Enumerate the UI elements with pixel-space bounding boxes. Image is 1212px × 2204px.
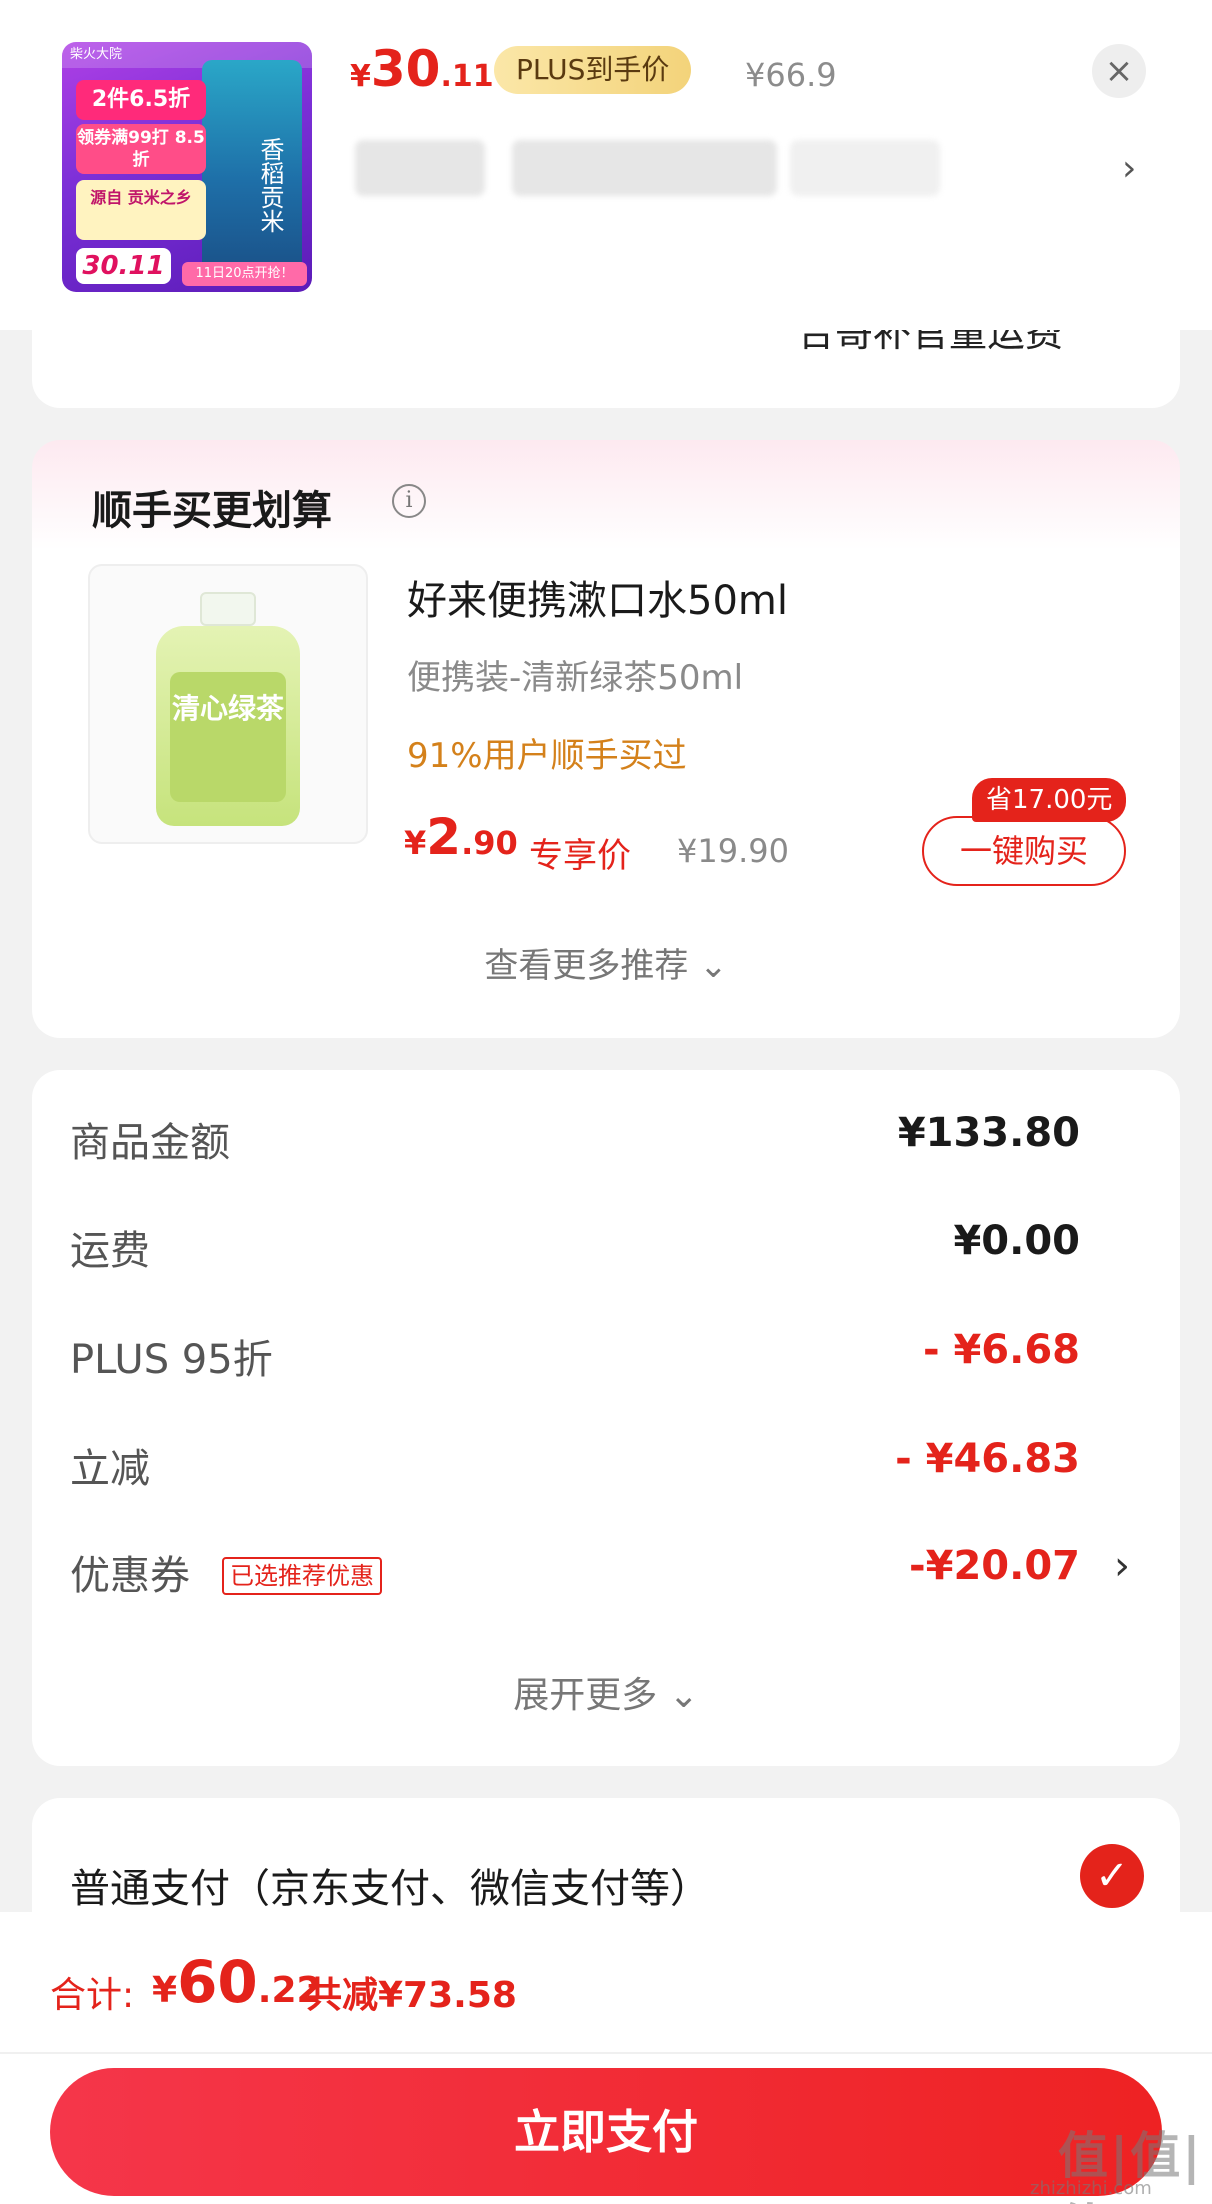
chevron-right-icon[interactable]: › <box>1122 148 1136 189</box>
product-bought-rate: 91%用户顺手买过 <box>407 736 687 776</box>
recommend-title: 顺手买更划算 <box>92 488 332 534</box>
mouthwash-bottle-image: 清心绿茶 <box>148 592 308 828</box>
product-thumbnail[interactable]: 柴火大院 香稻贡米 2件6.5折 领券满99打 8.5折 源自 贡米之乡 30.… <box>62 42 312 292</box>
info-icon[interactable]: i <box>392 484 426 518</box>
product-price-dec: .90 <box>461 824 518 862</box>
plus-discount-label: PLUS 95折 <box>70 1337 273 1383</box>
goods-amount-value: ¥133.80 <box>897 1110 1080 1156</box>
shipping-label: 运费 <box>70 1228 150 1274</box>
checkmark-icon[interactable]: ✓ <box>1080 1844 1144 1908</box>
payment-method-card[interactable]: 普通支付（京东支付、微信支付等） ✓ <box>32 1798 1180 1918</box>
total-price-int: 60 <box>177 1948 258 2016</box>
instant-discount-value: - ¥46.83 <box>895 1436 1080 1482</box>
row-coupon[interactable]: 优惠券 已选推荐优惠 -¥20.07 › <box>70 1543 1130 1603</box>
bottle-label: 清心绿茶 <box>170 672 286 802</box>
header-price-dec: .11 <box>440 59 494 94</box>
recommend-card: 顺手买更划算 i 清心绿茶 好来便携漱口水50ml 便携装-清新绿茶50ml 9… <box>32 440 1180 1038</box>
shipping-value: ¥0.00 <box>953 1218 1080 1264</box>
price-breakdown-card: 商品金额 ¥133.80 运费 ¥0.00 PLUS 95折 - ¥6.68 立… <box>32 1070 1180 1766</box>
watermark-url: zhizhizhi.com <box>1030 2178 1152 2199</box>
header-original-price: ¥66.9 <box>745 56 837 94</box>
product-image[interactable]: 清心绿茶 <box>88 564 368 844</box>
goods-amount-label: 商品金额 <box>70 1120 230 1166</box>
row-shipping: 运费 ¥0.00 <box>70 1218 1130 1278</box>
product-price-symbol: ¥ <box>404 824 427 862</box>
blurred-address[interactable] <box>512 140 777 196</box>
product-price-int: 2 <box>426 808 462 866</box>
blurred-selector[interactable] <box>355 140 485 196</box>
payment-method-label: 普通支付（京东支付、微信支付等） <box>70 1866 710 1912</box>
total-price: ¥60.22 <box>152 1948 322 2016</box>
promo-tag-price: 30.11 <box>76 248 171 284</box>
product-original-price: ¥19.90 <box>677 832 789 870</box>
promo-tag-start: 11日20点开抢！ <box>182 262 307 286</box>
plus-price-badge: PLUS到手价 <box>494 46 692 94</box>
rice-bag-text: 香稻贡米 <box>256 137 284 233</box>
coupon-value: -¥20.07 <box>909 1543 1080 1589</box>
coupon-selected-tag: 已选推荐优惠 <box>222 1557 382 1595</box>
promo-tag-discount: 2件6.5折 <box>76 80 206 120</box>
chevron-right-icon[interactable]: › <box>1114 1543 1130 1589</box>
total-label: 合计: <box>50 1975 135 2016</box>
product-spec: 便携装-清新绿茶50ml <box>407 658 744 698</box>
close-icon[interactable]: × <box>1092 44 1146 98</box>
blurred-extra <box>790 140 940 196</box>
promo-tag-coupon: 领券满99打 8.5折 <box>76 124 206 174</box>
header-price-int: 30 <box>370 40 441 98</box>
row-instant-discount: 立减 - ¥46.83 <box>70 1436 1130 1496</box>
shipping-text: 合哥补官量运费 <box>797 330 1064 355</box>
total-price-symbol: ¥ <box>152 1970 178 2011</box>
divider <box>0 2052 1212 2054</box>
product-price: ¥2.90 <box>404 808 518 866</box>
plus-discount-value: - ¥6.68 <box>922 1327 1080 1373</box>
checkout-bar: 合计: ¥60.22 共减¥73.58 立即支付 <box>0 1912 1212 2204</box>
pay-now-button[interactable]: 立即支付 <box>50 2068 1162 2196</box>
row-plus-discount: PLUS 95折 - ¥6.68 <box>70 1327 1130 1387</box>
header-price: ¥30.11 <box>350 40 494 98</box>
instant-discount-label: 立减 <box>70 1446 150 1492</box>
shipping-card: 合哥补官量运费 <box>32 330 1180 408</box>
exclusive-price-label: 专享价 <box>529 836 631 876</box>
save-badge: 省17.00元 <box>972 778 1127 822</box>
coupon-label: 优惠券 <box>70 1553 190 1599</box>
more-recommend-link[interactable]: 查看更多推荐 ⌄ <box>32 938 1180 987</box>
total-savings: 共减¥73.58 <box>306 1975 517 2016</box>
one-click-buy-button[interactable]: 一键购买 <box>922 816 1126 886</box>
expand-more-link[interactable]: 展开更多 ⌄ <box>32 1666 1180 1718</box>
header-price-symbol: ¥ <box>350 59 371 94</box>
product-name[interactable]: 好来便携漱口水50ml <box>407 568 788 626</box>
promo-tag-origin: 源自 贡米之乡 <box>76 180 206 240</box>
row-goods-amount: 商品金额 ¥133.80 <box>70 1110 1130 1170</box>
product-header: 柴火大院 香稻贡米 2件6.5折 领券满99打 8.5折 源自 贡米之乡 30.… <box>0 0 1212 330</box>
